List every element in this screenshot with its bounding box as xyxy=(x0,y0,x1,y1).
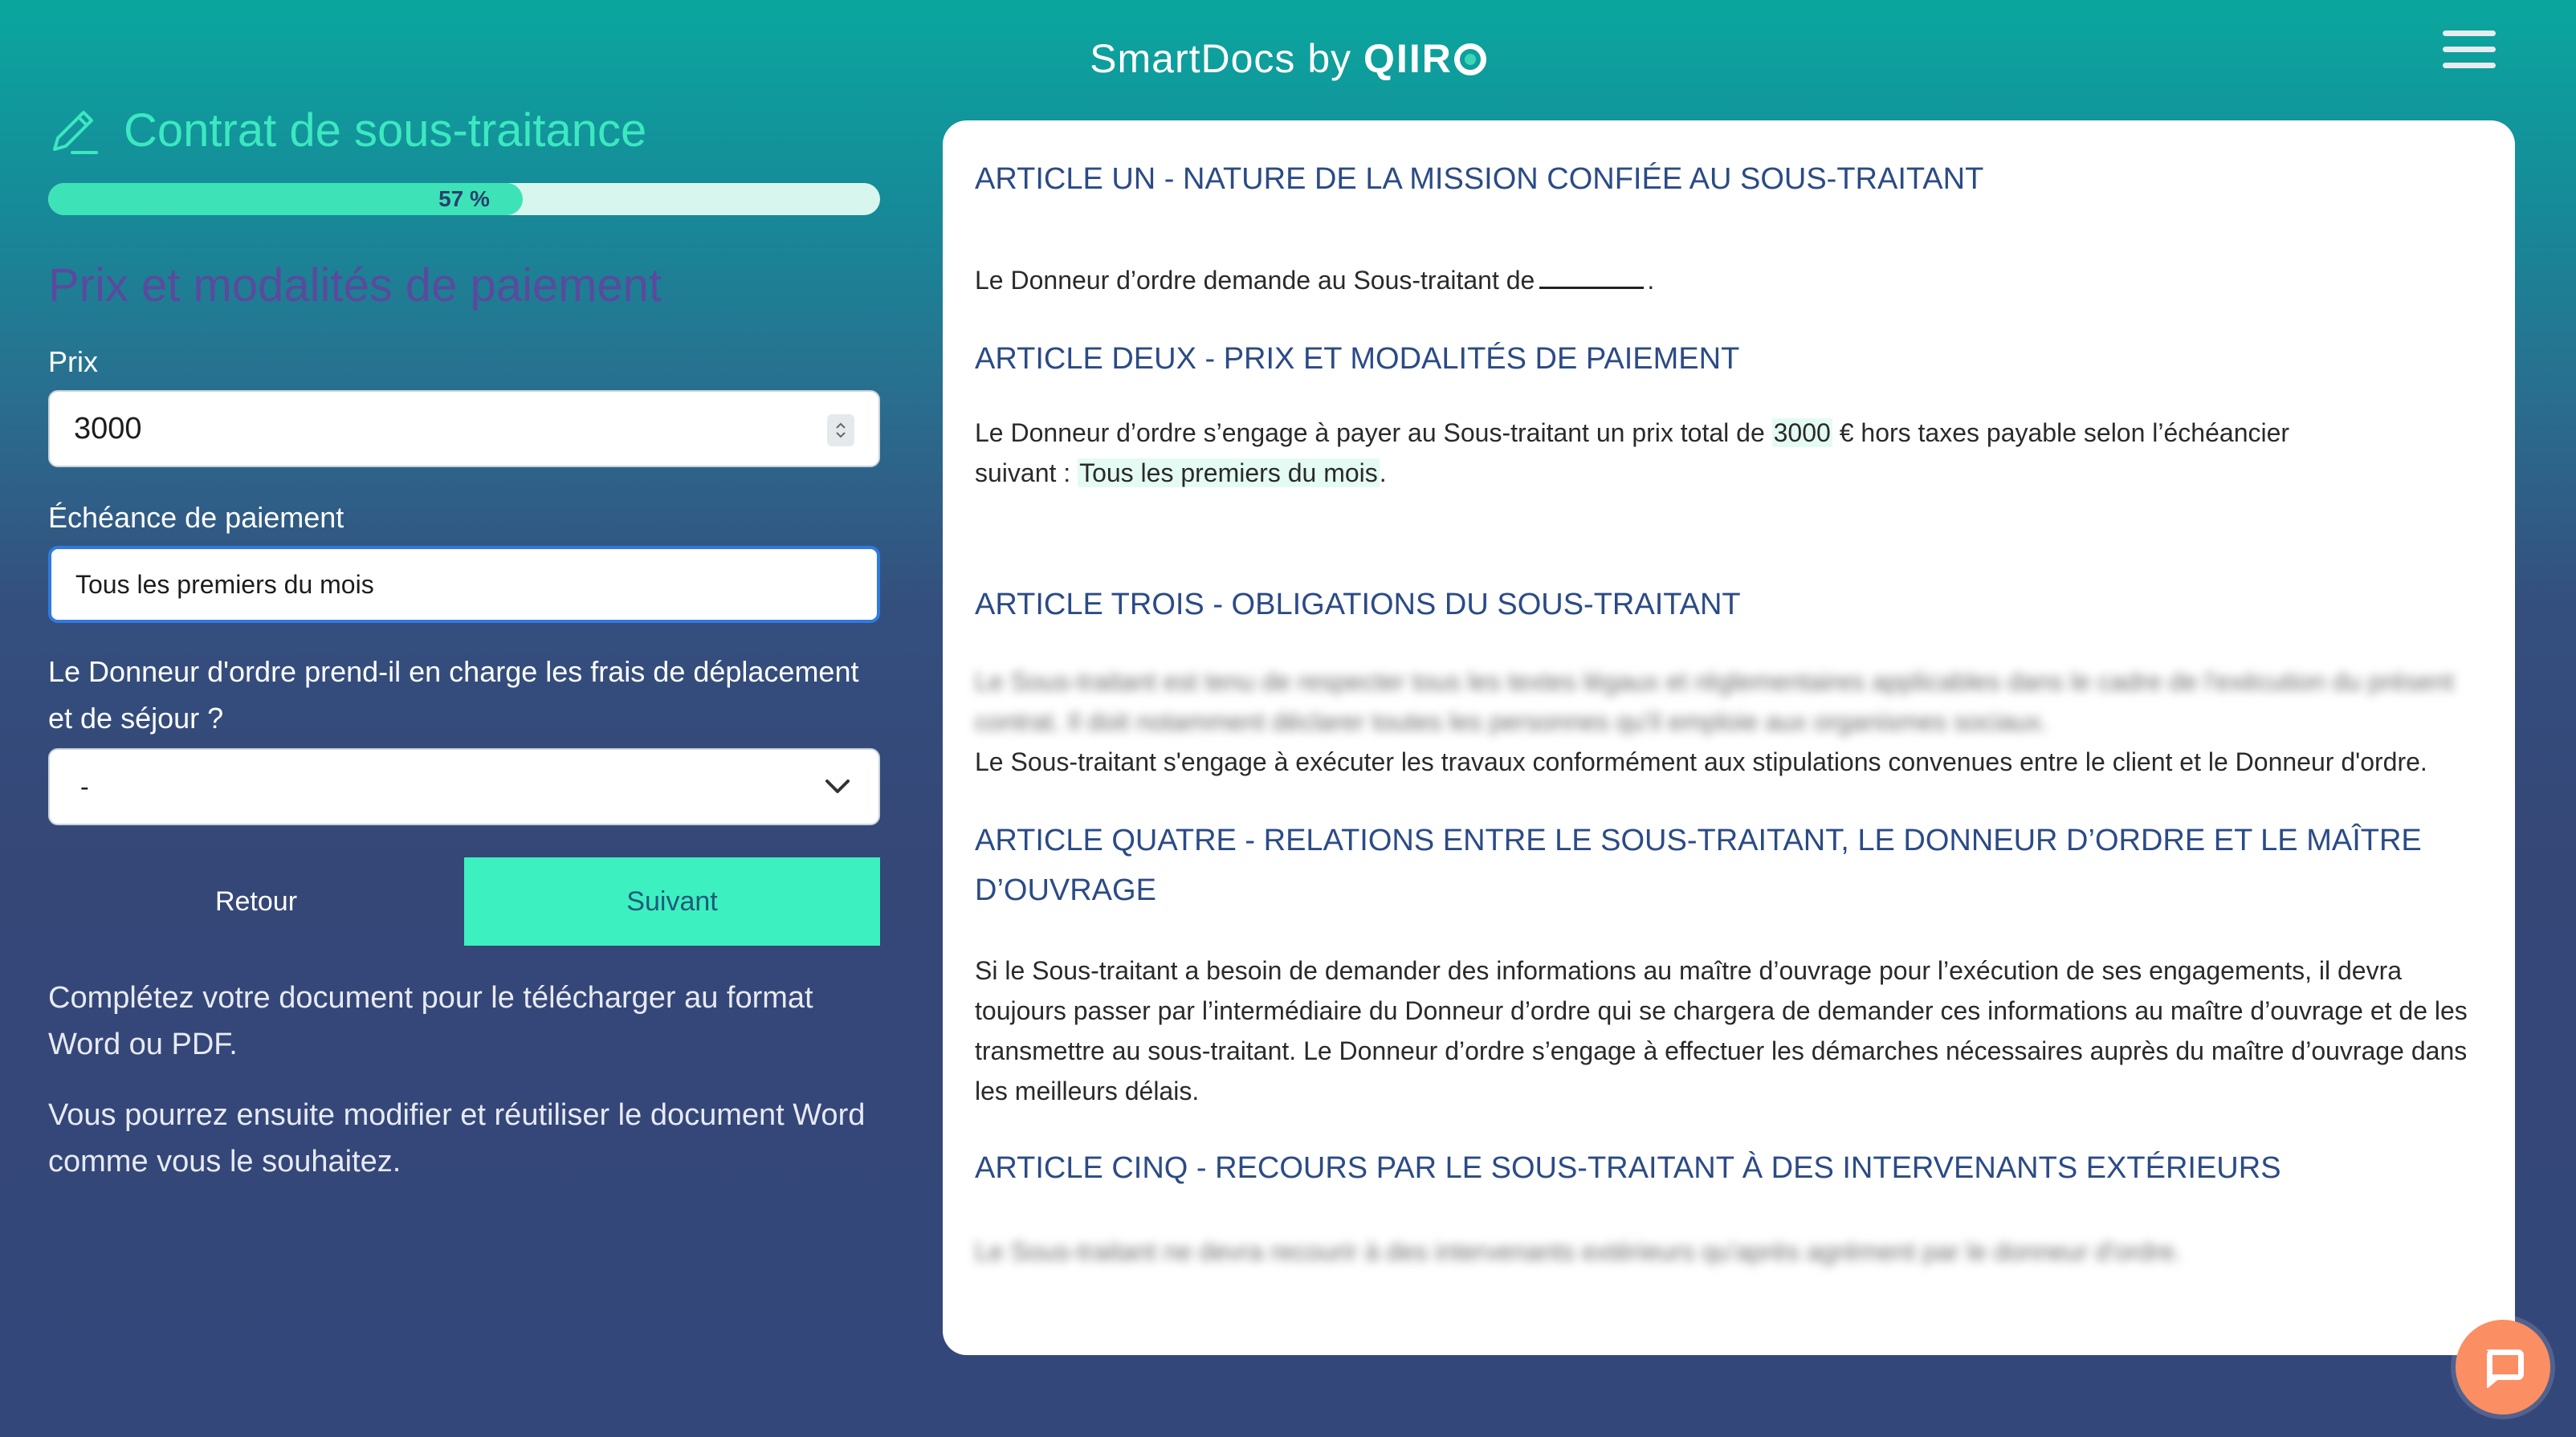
number-spinner-icon[interactable] xyxy=(827,414,854,446)
article-1-title: ARTICLE UN - NATURE DE LA MISSION CONFIÉ… xyxy=(975,162,1984,196)
price-label: Prix xyxy=(48,345,98,378)
article-2-title: ARTICLE DEUX - PRIX ET MODALITÉS DE PAIE… xyxy=(975,342,1740,376)
due-value: Tous les premiers du mois xyxy=(75,569,374,599)
article-3-title: ARTICLE TROIS - OBLIGATIONS DU SOUS-TRAI… xyxy=(975,588,1741,621)
chat-bubble-icon xyxy=(2487,1349,2524,1388)
progress-bar: 57 % xyxy=(48,183,880,215)
hamburger-icon[interactable] xyxy=(2443,31,2496,69)
chevron-down-small-icon[interactable] xyxy=(834,430,847,440)
travel-select[interactable]: - xyxy=(48,748,880,825)
price-input[interactable]: 3000 xyxy=(48,390,880,467)
brand-by: by xyxy=(1307,36,1352,81)
article-2-text-1: Le Donneur d’ordre s’engage à payer au S… xyxy=(975,418,1765,447)
pencil-icon xyxy=(53,111,98,154)
article-3-body: Le Sous-traitant s'engage à exécuter les… xyxy=(975,747,2427,776)
document-preview: ARTICLE UN - NATURE DE LA MISSION CONFIÉ… xyxy=(943,120,2515,1355)
article-2-body: Le Donneur d’ordre s’engage à payer au S… xyxy=(975,413,2340,493)
chevron-up-icon[interactable] xyxy=(834,421,847,430)
info-text-download: Complétez votre document pour le télécha… xyxy=(48,981,813,1061)
article-5-blurred-text: Le Sous-traitant ne devra recourir à des… xyxy=(975,1237,2182,1266)
article-5-title: ARTICLE CINQ - RECOURS PAR LE SOUS-TRAIT… xyxy=(975,1151,2281,1185)
travel-value: - xyxy=(80,771,89,801)
logo-o-icon xyxy=(1453,43,1486,75)
brand: SmartDocs by QIIR xyxy=(0,35,2576,82)
chevron-down-icon xyxy=(825,780,850,793)
brand-logo: QIIR xyxy=(1363,36,1486,81)
article-1-text: Le Donneur d’ordre demande au Sous-trait… xyxy=(975,266,1535,295)
article-2-end: . xyxy=(1379,458,1387,487)
back-button[interactable]: Retour xyxy=(48,857,464,946)
article-2-due: Tous les premiers du mois xyxy=(1078,458,1380,487)
brand-name: SmartDocs xyxy=(1090,36,1296,81)
progress-label: 57 % xyxy=(438,186,490,211)
section-title: Prix et modalités de paiement xyxy=(48,259,662,311)
info-text-word: Vous pourrez ensuite modifier et réutili… xyxy=(48,1098,866,1179)
next-button[interactable]: Suivant xyxy=(464,857,880,946)
document-title: Contrat de sous-traitance xyxy=(124,104,647,157)
travel-question: Le Donneur d'ordre prend-il en charge le… xyxy=(48,655,859,735)
blank-field xyxy=(1539,287,1645,289)
price-value: 3000 xyxy=(74,411,142,446)
due-label: Échéance de paiement xyxy=(48,501,344,534)
due-input[interactable]: Tous les premiers du mois xyxy=(48,546,880,623)
document-title-row: Contrat de sous-traitance xyxy=(48,96,880,164)
chat-button[interactable] xyxy=(2456,1320,2550,1415)
navigation-buttons: Retour Suivant xyxy=(48,857,880,946)
form-panel: Contrat de sous-traitance 57 % Prix et m… xyxy=(48,96,880,1185)
article-2-price: 3000 xyxy=(1771,418,1832,447)
article-1-body: Le Donneur d’ordre demande au Sous-trait… xyxy=(975,260,2483,300)
article-4-title: ARTICLE QUATRE - RELATIONS ENTRE LE SOUS… xyxy=(975,824,2422,907)
article-3-blurred-text: Le Sous-traitant est tenu de respecter t… xyxy=(975,667,2454,736)
article-4-body: Si le Sous-traitant a besoin de demander… xyxy=(975,956,2468,1105)
brand-logo-text: QIIR xyxy=(1363,36,1453,81)
article-1-end: . xyxy=(1647,266,1655,295)
